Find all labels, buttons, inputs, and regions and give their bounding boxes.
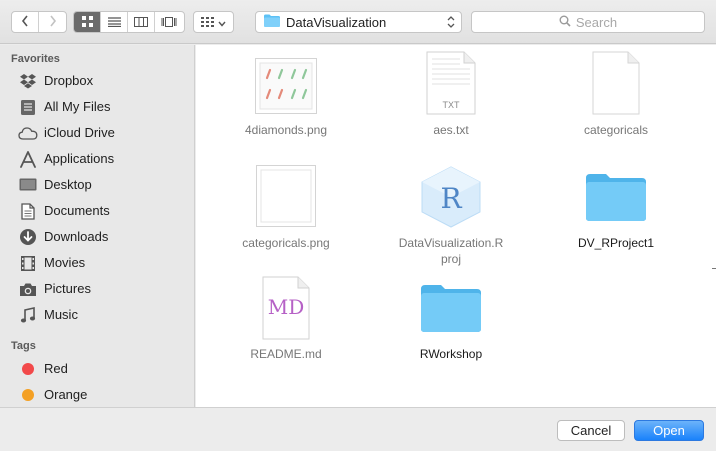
search-field[interactable]: Search — [471, 11, 705, 33]
path-label: DataVisualization — [286, 14, 387, 30]
chevron-down-icon — [218, 15, 226, 30]
sidebar-item-label: Pictures — [44, 281, 91, 296]
sidebar-tag-red[interactable]: Red — [0, 356, 195, 382]
sidebar-item-label: Documents — [44, 203, 110, 218]
image-thumbnail-icon — [211, 58, 361, 114]
file-name: categoricals.png — [242, 236, 330, 250]
window-edge-divider — [712, 268, 716, 269]
search-placeholder: Search — [575, 14, 618, 30]
column-view-button[interactable] — [128, 12, 155, 32]
applications-icon — [18, 150, 38, 168]
sidebar-item-dropbox[interactable]: Dropbox — [0, 68, 195, 94]
arrange-menu-button[interactable] — [193, 11, 234, 33]
arrange-grid-icon — [201, 15, 214, 30]
orange-tag-dot-icon — [18, 386, 38, 404]
icon-view-button[interactable] — [74, 12, 101, 32]
red-tag-dot-icon — [18, 360, 38, 378]
view-mode-switcher — [73, 11, 185, 33]
sidebar-item-label: Music — [44, 307, 78, 322]
music-icon — [18, 306, 38, 324]
tag-dot — [22, 389, 34, 401]
txt-badge: TXT — [442, 100, 460, 110]
sidebar-item-pictures[interactable]: Pictures — [0, 276, 195, 302]
file-name: RWorkshop — [419, 347, 483, 361]
folder-icon — [264, 14, 280, 30]
sidebar-item-label: iCloud Drive — [44, 125, 115, 140]
sidebar-item-label: Desktop — [44, 177, 92, 192]
r-project-icon: R — [376, 165, 526, 229]
list-icon — [107, 15, 121, 30]
downloads-icon — [18, 228, 38, 246]
sidebar-item-label: All My Files — [44, 99, 111, 114]
navigation-buttons — [11, 11, 67, 33]
md-badge: MD — [267, 295, 305, 319]
folder-icon — [541, 172, 691, 222]
sidebar-item-label: Dropbox — [44, 73, 94, 88]
cancel-button[interactable]: Cancel — [557, 420, 625, 441]
sidebar-item-movies[interactable]: Movies — [0, 250, 195, 276]
sidebar-item-label: Downloads — [44, 229, 109, 244]
cover-flow-button[interactable] — [155, 12, 182, 32]
cloud-icon — [18, 124, 38, 142]
file-name: 4diamonds.png — [244, 123, 328, 137]
chevron-left-icon — [21, 15, 29, 30]
sidebar-item-label: Applications — [44, 151, 115, 166]
sidebar-item-desktop[interactable]: Desktop — [0, 172, 195, 198]
sidebar-item-label: Movies — [44, 255, 86, 270]
sidebar-item-documents[interactable]: Documents — [0, 198, 195, 224]
file-name: aes.txt — [433, 123, 469, 137]
svg-text:R: R — [440, 182, 462, 215]
sidebar-item-label: Red — [44, 361, 68, 376]
file-name-line1: DataVisualization.R — [398, 236, 504, 250]
columns-icon — [134, 15, 148, 30]
up-down-chevron-icon — [447, 15, 455, 32]
list-view-button[interactable] — [101, 12, 128, 32]
favorites-heading: Favorites — [11, 53, 60, 65]
path-popup[interactable]: DataVisualization — [255, 11, 462, 33]
sidebar-item-applications[interactable]: Applications — [0, 146, 195, 172]
sidebar-tag-orange[interactable]: Orange — [0, 382, 195, 408]
sidebar-item-label: Orange — [44, 387, 88, 402]
cover-flow-icon — [161, 15, 177, 30]
file-name: categoricals — [583, 123, 649, 137]
dropbox-icon — [18, 72, 38, 90]
grid-icon — [81, 15, 93, 30]
sidebar: Favorites Dropbox All My Files iCloud Dr… — [0, 45, 195, 407]
tag-dot — [22, 363, 34, 375]
movies-icon — [18, 254, 38, 272]
all-files-icon — [18, 98, 38, 116]
back-button[interactable] — [12, 12, 39, 32]
dialog-button-bar: Cancel Open — [0, 407, 716, 451]
file-browser: 4diamonds.png TXT aes.txt categoricals c… — [196, 45, 716, 407]
chevron-right-icon — [49, 15, 57, 30]
toolbar: DataVisualization Search — [0, 0, 716, 44]
sidebar-item-all-my-files[interactable]: All My Files — [0, 94, 195, 120]
image-thumbnail-icon — [211, 165, 361, 227]
tags-heading: Tags — [11, 340, 36, 352]
documents-icon — [18, 202, 38, 220]
folder-icon — [376, 283, 526, 333]
sidebar-item-downloads[interactable]: Downloads — [0, 224, 195, 250]
desktop-icon — [18, 176, 38, 194]
open-button[interactable]: Open — [634, 420, 704, 441]
sidebar-item-music[interactable]: Music — [0, 302, 195, 328]
camera-icon — [18, 280, 38, 298]
forward-button[interactable] — [39, 12, 66, 32]
search-icon — [559, 15, 571, 30]
file-name: DataVisualization.R proj — [376, 235, 526, 267]
file-name: README.md — [250, 347, 322, 361]
blank-document-icon — [541, 51, 691, 115]
sidebar-item-icloud-drive[interactable]: iCloud Drive — [0, 120, 195, 146]
file-name: DV_RProject1 — [577, 236, 655, 250]
file-name-line2: proj — [440, 252, 461, 266]
